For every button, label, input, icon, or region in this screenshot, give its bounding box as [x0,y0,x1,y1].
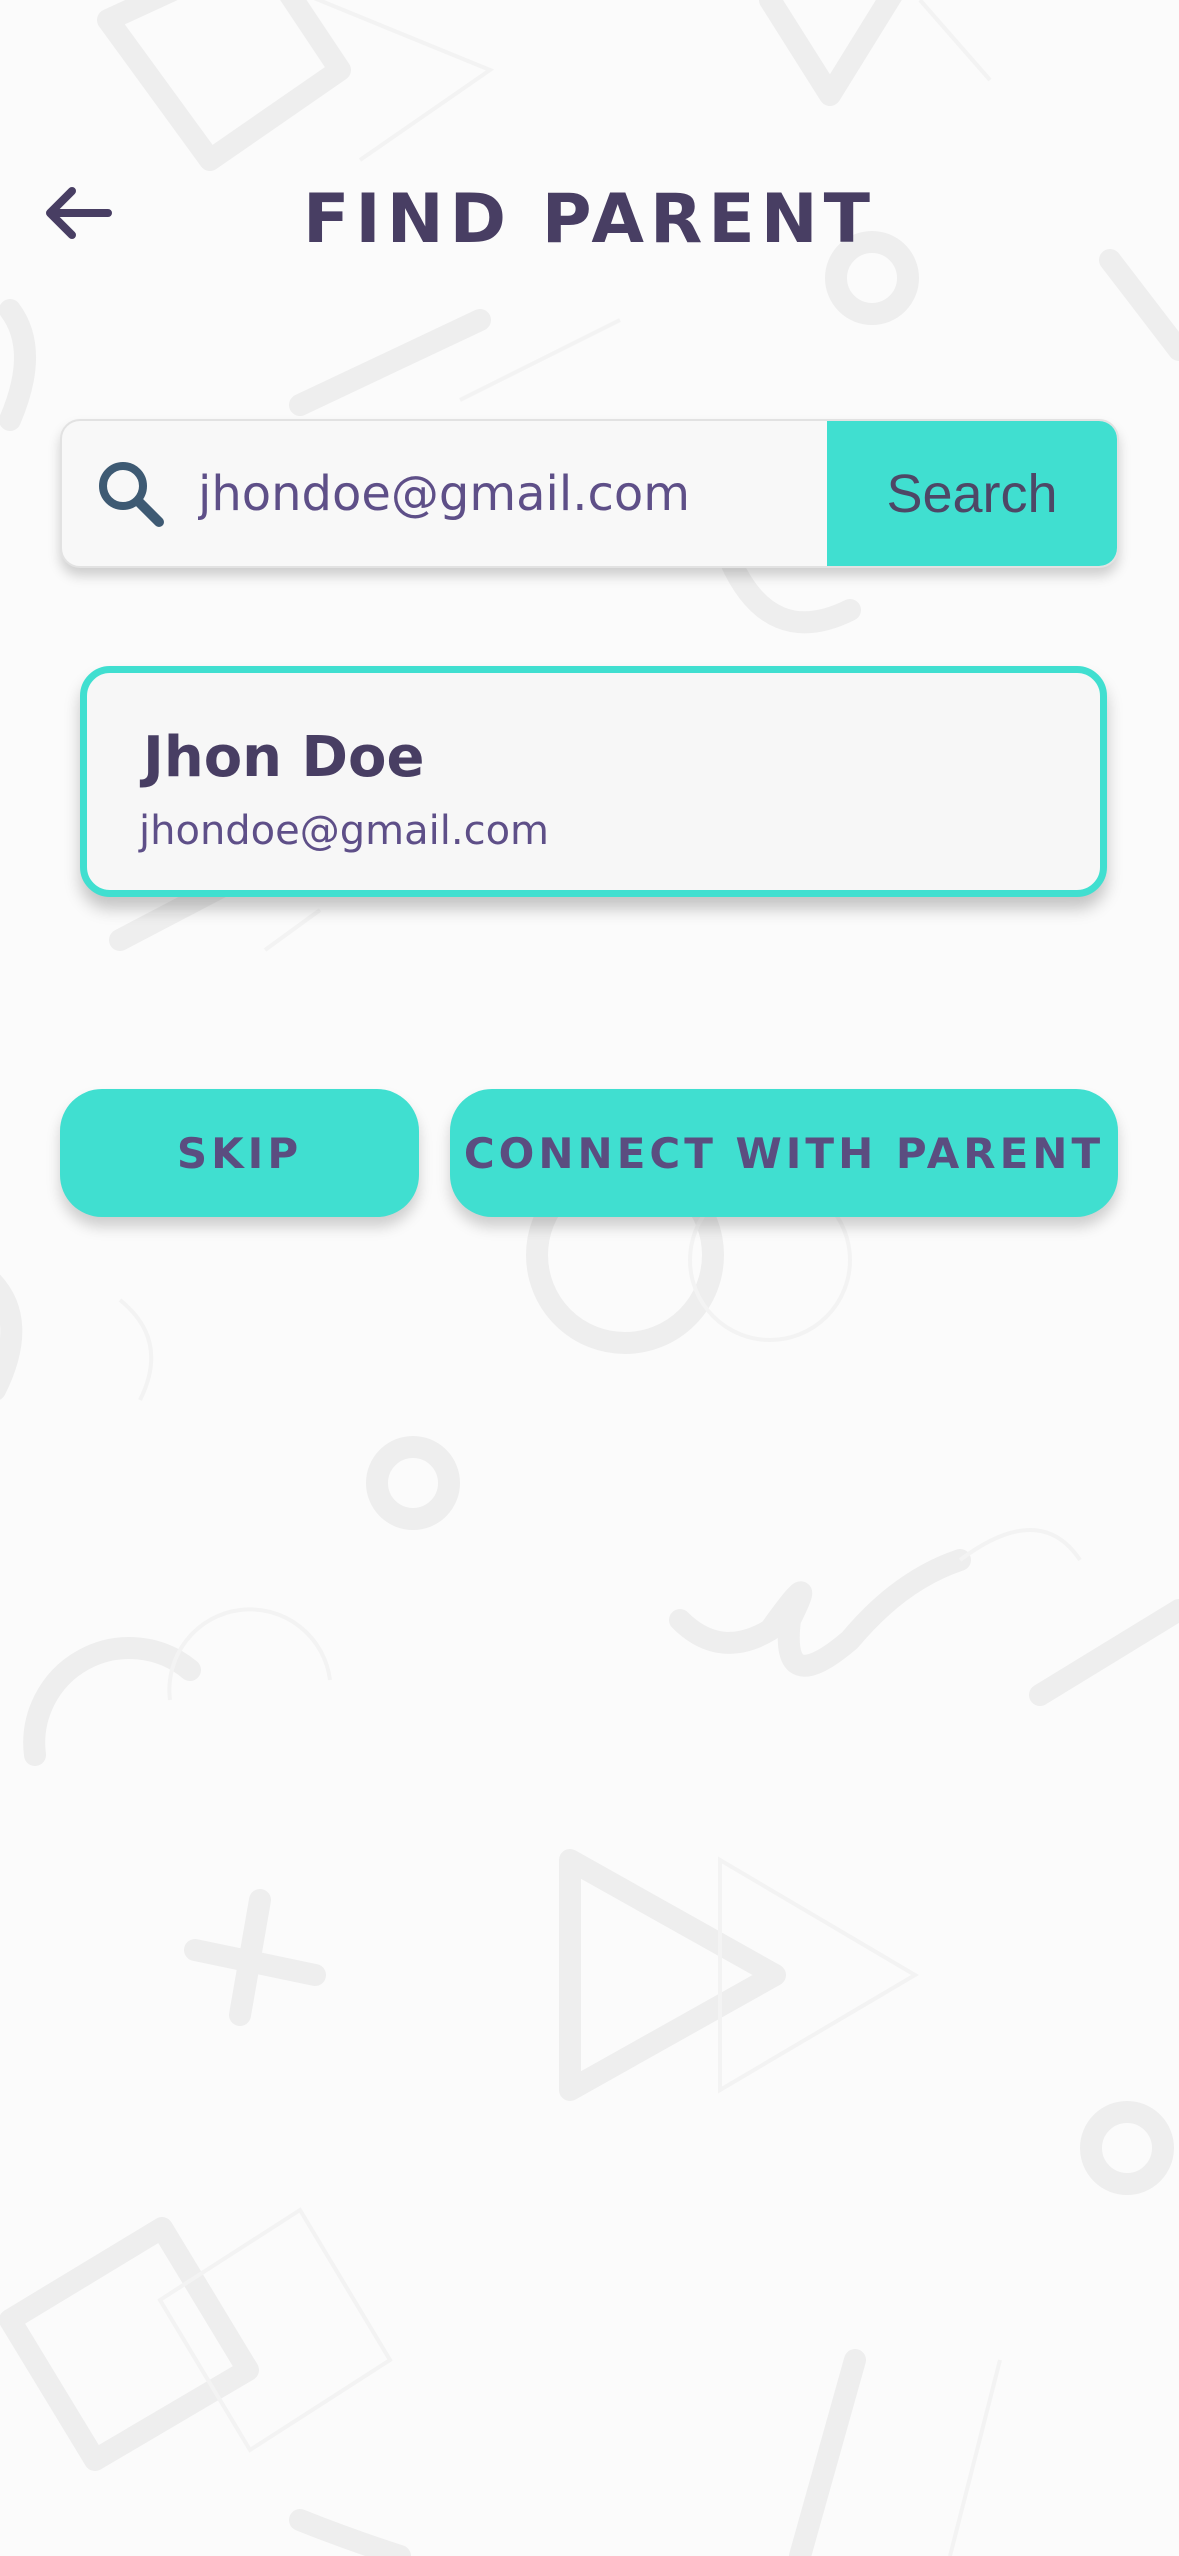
background-pattern [0,0,1179,2556]
search-input[interactable] [186,421,827,566]
search-button[interactable]: Search [827,421,1117,566]
search-icon [62,421,186,566]
skip-button[interactable]: SKIP [60,1089,419,1217]
parent-email: jhondoe@gmail.com [139,808,549,854]
search-bar: Search [60,419,1119,568]
parent-name: Jhon Doe [143,725,425,790]
connect-with-parent-button[interactable]: CONNECT WITH PARENT [450,1089,1118,1217]
parent-result-card[interactable]: Jhon Doe jhondoe@gmail.com [80,666,1107,897]
page-title: FIND PARENT [302,180,877,259]
